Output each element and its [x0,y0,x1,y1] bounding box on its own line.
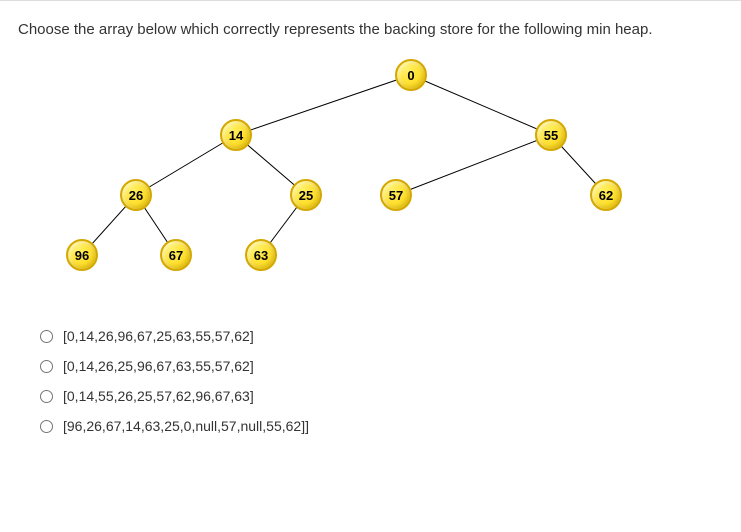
heap-node-57: 57 [380,179,412,211]
option-2-radio[interactable] [40,360,53,373]
heap-node-26: 26 [120,179,152,211]
heap-diagram: 0 14 55 26 25 57 62 96 67 63 [36,63,676,293]
heap-edges [36,63,676,293]
heap-node-96: 96 [66,239,98,271]
heap-node-14: 14 [220,119,252,151]
heap-node-55: 55 [535,119,567,151]
option-2-label: [0,14,26,25,96,67,63,55,57,62] [63,358,254,374]
options-group: [0,14,26,96,67,25,63,55,57,62] [0,14,26,… [40,328,723,434]
heap-node-0: 0 [395,59,427,91]
option-3-label: [0,14,55,26,25,57,62,96,67,63] [63,388,254,404]
option-1-label: [0,14,26,96,67,25,63,55,57,62] [63,328,254,344]
heap-node-62: 62 [590,179,622,211]
option-4-label: [96,26,67,14,63,25,0,null,57,null,55,62]… [63,418,309,434]
option-4-radio[interactable] [40,420,53,433]
question-text: Choose the array below which correctly r… [18,21,723,38]
heap-node-67: 67 [160,239,192,271]
option-3[interactable]: [0,14,55,26,25,57,62,96,67,63] [40,388,723,404]
heap-node-25: 25 [290,179,322,211]
option-4[interactable]: [96,26,67,14,63,25,0,null,57,null,55,62]… [40,418,723,434]
option-1[interactable]: [0,14,26,96,67,25,63,55,57,62] [40,328,723,344]
option-2[interactable]: [0,14,26,25,96,67,63,55,57,62] [40,358,723,374]
option-1-radio[interactable] [40,330,53,343]
option-3-radio[interactable] [40,390,53,403]
heap-node-63: 63 [245,239,277,271]
